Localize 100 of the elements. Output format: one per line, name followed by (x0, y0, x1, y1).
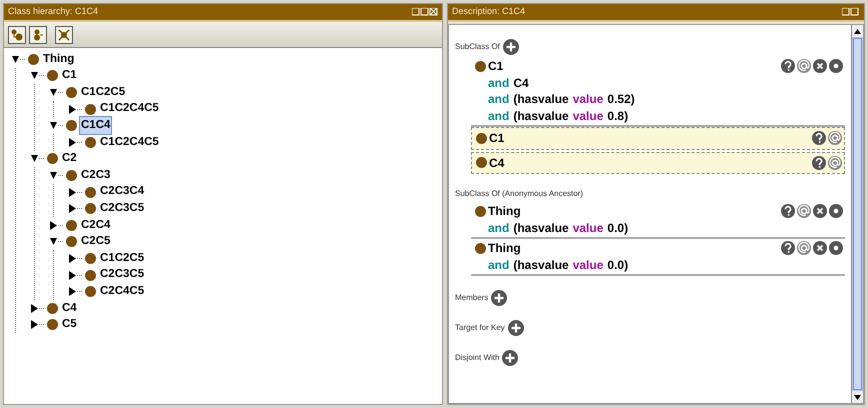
tree-item[interactable]: C1 (60, 66, 79, 86)
panel-title: Description: C1C4 (452, 5, 526, 18)
collapsed-icon[interactable] (31, 304, 45, 313)
expanded-icon[interactable] (50, 237, 64, 246)
class-name: Thing (488, 203, 521, 220)
delete-button[interactable] (813, 241, 827, 255)
add-subclass-button[interactable] (8, 26, 26, 44)
help-button[interactable] (812, 156, 826, 170)
tree-item[interactable]: C2C3C5 (98, 199, 146, 218)
add-icon[interactable] (508, 320, 524, 336)
expression-token: (hasvalue (513, 108, 569, 124)
class-icon (47, 302, 58, 314)
expanded-icon[interactable] (50, 88, 64, 97)
class-name: Thing (488, 240, 521, 256)
tree-item[interactable]: C2C5 (79, 232, 112, 252)
add-icon[interactable] (502, 350, 518, 366)
collapsed-icon[interactable] (69, 287, 83, 296)
expanded-icon[interactable] (50, 121, 64, 130)
class-icon (85, 136, 96, 148)
tree-item[interactable]: C4 (60, 298, 79, 318)
class-entry[interactable]: Thing and (hasvalue value 0.0) (471, 202, 845, 239)
expression-token: and (488, 256, 510, 273)
class-icon (66, 170, 77, 181)
tree-item[interactable]: C1C4 (79, 116, 112, 136)
help-button[interactable] (781, 204, 795, 218)
collapsed-icon[interactable] (69, 138, 83, 147)
scroll-down-icon[interactable] (854, 394, 861, 400)
expanded-icon[interactable] (12, 54, 26, 64)
class-icon (85, 270, 96, 281)
expression-token: value (572, 108, 604, 124)
expression-token: 0.8) (607, 108, 628, 124)
class-name: C4 (489, 154, 504, 171)
inferred-entry[interactable]: C1 (471, 127, 845, 150)
tree-item[interactable]: Thing (41, 50, 76, 69)
class-icon (85, 286, 96, 298)
class-entry[interactable]: Thing and (hasvalue value 0.0) (471, 239, 845, 276)
expression-token: and (488, 220, 510, 236)
collapsed-icon[interactable] (69, 270, 83, 280)
collapsed-icon[interactable] (69, 204, 83, 214)
class-icon (47, 153, 58, 164)
help-button[interactable] (812, 131, 826, 145)
add-icon[interactable] (502, 39, 519, 55)
collapsed-icon[interactable] (50, 220, 64, 230)
annotate-button[interactable] (828, 131, 842, 145)
section-header: SubClass Of (Anonymous Ancestor) (455, 188, 584, 200)
delete-icon (58, 28, 70, 40)
class-icon (66, 86, 77, 98)
add-sibling-button[interactable] (29, 26, 47, 44)
help-button[interactable] (781, 59, 795, 73)
tree-item[interactable]: C2C4 (79, 216, 112, 235)
collapsed-icon[interactable] (69, 254, 83, 263)
subclass-icon (11, 28, 23, 40)
delete-button[interactable] (813, 204, 827, 218)
delete-button[interactable] (813, 59, 827, 73)
edit-button[interactable] (829, 204, 843, 218)
expression-token: C4 (513, 74, 529, 91)
expanded-icon[interactable] (31, 154, 45, 164)
edit-button[interactable] (829, 241, 843, 255)
class-icon (66, 120, 77, 132)
expression-token: (hasvalue (513, 220, 569, 236)
expression-token: 0.52) (607, 91, 635, 108)
collapsed-icon[interactable] (69, 104, 83, 114)
view-controls-icon[interactable] (842, 8, 860, 16)
section-header: Target for Key (455, 322, 505, 334)
inferred-entry[interactable]: C4 (471, 152, 845, 174)
class-icon (476, 132, 487, 144)
add-icon[interactable] (491, 290, 508, 306)
class-icon (85, 203, 96, 214)
section-header: Disjoint With (455, 352, 500, 364)
scroll-up-icon[interactable] (854, 28, 861, 34)
class-icon (85, 186, 96, 198)
class-icon (47, 319, 58, 330)
collapsed-icon[interactable] (69, 188, 83, 197)
delete-class-button[interactable] (55, 26, 73, 44)
annotate-button[interactable] (797, 241, 811, 255)
class-name: C1 (488, 58, 504, 74)
expression-token: value (572, 91, 604, 108)
sibling-icon (32, 28, 44, 40)
tree-item[interactable]: C2 (60, 149, 79, 168)
tree-item[interactable]: C5 (60, 315, 79, 334)
scrollbar[interactable] (851, 25, 863, 403)
expanded-icon[interactable] (31, 71, 45, 80)
edit-button[interactable] (829, 59, 843, 73)
annotate-button[interactable] (828, 156, 842, 170)
view-controls-icon[interactable] (412, 8, 438, 16)
expression-token: (hasvalue (513, 91, 569, 108)
annotate-button[interactable] (797, 59, 811, 73)
class-icon (85, 252, 96, 264)
class-icon (85, 104, 96, 115)
collapsed-icon[interactable] (31, 320, 45, 330)
expression-token: 0.0) (607, 220, 628, 236)
class-icon (475, 242, 486, 254)
expression-token: (hasvalue (513, 256, 569, 273)
class-icon (476, 157, 487, 168)
expression-token: and (488, 108, 510, 124)
annotate-button[interactable] (797, 204, 811, 218)
help-button[interactable] (781, 241, 795, 255)
expanded-icon[interactable] (50, 170, 64, 180)
class-name: C1 (489, 130, 504, 146)
tree-item[interactable]: C1C2C4C5 (98, 132, 161, 152)
